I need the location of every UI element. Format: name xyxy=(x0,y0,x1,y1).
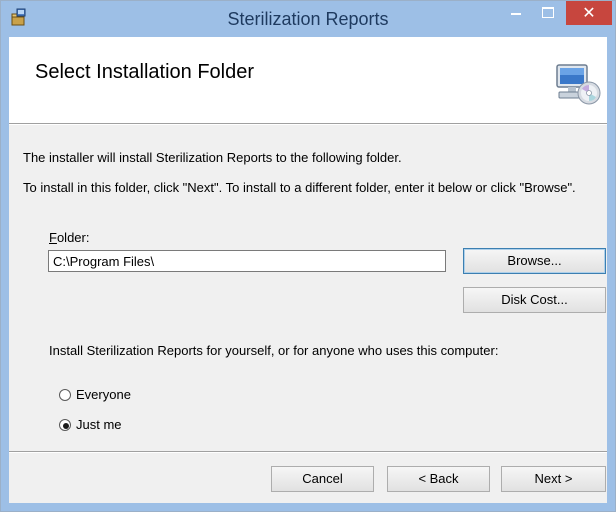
close-button[interactable]: ✕ xyxy=(566,1,612,25)
footer-divider-highlight xyxy=(9,452,607,453)
folder-label-text: older: xyxy=(56,230,90,245)
folder-label: Folder: xyxy=(49,230,89,245)
back-button[interactable]: < Back xyxy=(387,466,490,492)
cancel-button[interactable]: Cancel xyxy=(271,466,374,492)
install-scope-prompt: Install Sterilization Reports for yourse… xyxy=(49,343,499,358)
title-bar[interactable]: Sterilization Reports ✕ xyxy=(1,1,615,37)
minimize-button[interactable] xyxy=(502,1,532,25)
minimize-icon xyxy=(511,13,521,15)
window-frame-right xyxy=(607,37,615,511)
next-button[interactable]: Next > xyxy=(501,466,606,492)
computer-cd-icon xyxy=(556,64,601,105)
installer-window: Sterilization Reports ✕ Select Installat… xyxy=(0,0,616,512)
header-divider xyxy=(9,124,607,125)
description-line-2: To install in this folder, click "Next".… xyxy=(23,180,576,195)
window-frame-bottom xyxy=(1,503,615,511)
radio-just-me-label[interactable]: Just me xyxy=(76,417,122,432)
maximize-icon xyxy=(542,7,554,18)
radio-button-unselected[interactable] xyxy=(59,389,71,401)
browse-button[interactable]: Browse... xyxy=(463,248,606,274)
radio-button-selected[interactable] xyxy=(59,419,71,431)
window-frame-left xyxy=(1,37,9,511)
disk-cost-button[interactable]: Disk Cost... xyxy=(463,287,606,313)
description-line-1: The installer will install Sterilization… xyxy=(23,150,402,165)
page-title: Select Installation Folder xyxy=(35,61,255,83)
radio-selected-dot xyxy=(63,423,69,429)
folder-path-input[interactable] xyxy=(48,250,446,272)
radio-everyone-label[interactable]: Everyone xyxy=(76,387,131,402)
header-banner: Select Installation Folder xyxy=(9,37,607,124)
maximize-button[interactable] xyxy=(532,1,564,25)
close-icon: ✕ xyxy=(582,3,596,22)
folder-label-accelerator: F xyxy=(49,230,57,245)
